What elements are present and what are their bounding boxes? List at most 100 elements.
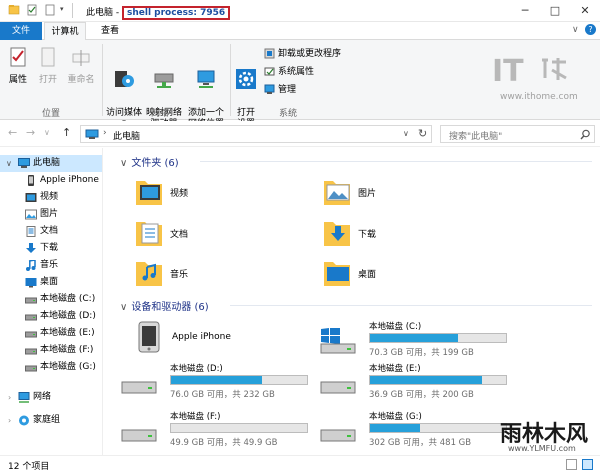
address-location[interactable]: 此电脑 <box>113 129 140 142</box>
drive-f[interactable]: 本地磁盘 (F:) 49.9 GB 可用，共 49.9 GB <box>120 410 310 450</box>
homegroup-icon <box>18 415 30 426</box>
tab-computer[interactable]: 计算机 <box>44 22 86 41</box>
expand-chevron-icon[interactable]: › <box>8 412 11 429</box>
devices-section-header[interactable]: ∨ 设备和驱动器 (6) <box>120 298 209 313</box>
folder-music[interactable]: 音乐 <box>134 256 314 290</box>
access-media-label: 访问媒体 <box>105 108 142 118</box>
back-button[interactable]: ← <box>8 126 17 139</box>
sidebar-item-desktop[interactable]: 桌面 <box>0 274 102 291</box>
rename-label: 重命名 <box>67 75 95 85</box>
folder-downloads[interactable]: 下载 <box>322 216 502 250</box>
sidebar-item-this-pc[interactable]: ∨ 此电脑 <box>0 155 102 172</box>
group-divider <box>102 44 103 116</box>
sidebar-item-pictures[interactable]: 图片 <box>0 206 102 223</box>
video-folder-icon <box>134 175 164 210</box>
section-divider <box>200 161 592 162</box>
sidebar-item-documents[interactable]: 文档 <box>0 223 102 240</box>
sidebar-item-label: 下载 <box>40 243 59 253</box>
sidebar-item-label: 此电脑 <box>33 158 61 168</box>
sidebar-item-homegroup[interactable]: › 家庭组 <box>0 412 102 429</box>
drive-usage-bar <box>369 333 507 343</box>
sidebar-item-iphone[interactable]: Apple iPhone <box>0 172 102 189</box>
folder-desktop[interactable]: 桌面 <box>322 256 502 290</box>
device-iphone[interactable]: Apple iPhone <box>134 320 324 360</box>
sidebar-item-drive-f[interactable]: 本地磁盘 (F:) <box>0 342 102 359</box>
media-icon <box>104 57 144 94</box>
ylmf-url: www.YLMFU.com <box>508 444 576 453</box>
folder-label: 文档 <box>170 230 189 240</box>
folder-pictures[interactable]: 图片 <box>322 175 502 209</box>
system-properties-button[interactable]: 系统属性 <box>264 66 314 78</box>
open-settings-button[interactable]: 打开 设置 <box>232 46 260 130</box>
folder-label: 图片 <box>358 189 377 199</box>
address-bar[interactable]: › 此电脑 ∨ ↻ <box>80 125 432 143</box>
quick-access-dropdown-icon[interactable]: ▾ <box>60 5 72 17</box>
sidebar-item-network[interactable]: › 网络 <box>0 389 102 406</box>
sidebar-item-downloads[interactable]: 下载 <box>0 240 102 257</box>
sidebar-item-drive-g[interactable]: 本地磁盘 (G:) <box>0 359 102 376</box>
up-button[interactable]: ↑ <box>62 126 71 139</box>
iphone-icon <box>25 175 37 186</box>
folder-documents[interactable]: 文档 <box>134 216 314 250</box>
drive-usage-bar <box>170 375 308 385</box>
properties-button[interactable]: 属性 <box>4 46 32 86</box>
refresh-icon[interactable]: ↻ <box>418 127 427 140</box>
expand-chevron-icon[interactable]: › <box>8 389 11 406</box>
drive-icon <box>120 370 158 401</box>
status-bar: 12 个项目 <box>0 455 600 473</box>
details-view-icon[interactable] <box>566 459 577 470</box>
recent-locations-button[interactable]: ∨ <box>44 128 50 137</box>
sidebar-item-drive-e[interactable]: 本地磁盘 (E:) <box>0 325 102 342</box>
quick-access-properties-icon[interactable] <box>26 4 38 16</box>
section-divider <box>230 305 592 306</box>
drive-c[interactable]: 本地磁盘 (C:) 70.3 GB 可用，共 199 GB <box>319 320 509 360</box>
music-folder-icon <box>134 256 164 291</box>
title-divider <box>72 3 73 18</box>
folder-videos[interactable]: 视频 <box>134 175 314 209</box>
drive-usage-bar <box>369 375 507 385</box>
minimize-button[interactable]: ─ <box>510 0 540 22</box>
add-network-location-button[interactable]: 添加一个 网络位置 <box>184 46 228 130</box>
close-button[interactable]: ✕ <box>570 0 600 22</box>
drive-d[interactable]: 本地磁盘 (D:) 76.0 GB 可用，共 232 GB <box>120 362 310 402</box>
open-icon <box>34 46 62 72</box>
sidebar-item-videos[interactable]: 视频 <box>0 189 102 206</box>
sidebar-item-drive-c[interactable]: 本地磁盘 (C:) <box>0 291 102 308</box>
sidebar-item-music[interactable]: 音乐 <box>0 257 102 274</box>
sidebar-item-drive-d[interactable]: 本地磁盘 (D:) <box>0 308 102 325</box>
collapse-chevron-icon: ∨ <box>120 302 128 313</box>
music-icon <box>25 259 37 271</box>
downloads-folder-icon <box>322 216 352 251</box>
documents-icon <box>25 226 37 237</box>
quick-access-new-folder-icon[interactable] <box>44 4 56 16</box>
ribbon-collapse-icon[interactable]: ∨ <box>572 25 579 35</box>
open-button[interactable]: 打开 <box>34 46 62 86</box>
folders-section-header[interactable]: ∨ 文件夹 (6) <box>120 154 179 169</box>
maximize-button[interactable]: □ <box>540 0 570 22</box>
address-dropdown-icon[interactable]: ∨ <box>403 129 409 138</box>
expand-chevron-icon[interactable]: ∨ <box>6 155 12 172</box>
ribbon-tabs: 文件 计算机 查看 ∨ ? <box>0 22 600 41</box>
help-icon[interactable]: ? <box>585 24 596 35</box>
drive-e[interactable]: 本地磁盘 (E:) 36.9 GB 可用，共 200 GB <box>319 362 509 402</box>
sidebar-item-label: 文档 <box>40 226 59 236</box>
tab-view[interactable]: 查看 <box>90 22 130 40</box>
tab-file[interactable]: 文件 <box>0 22 42 40</box>
computer-icon <box>85 129 99 143</box>
search-input[interactable]: 搜索"此电脑" <box>440 125 595 143</box>
sidebar-item-label: Apple iPhone <box>40 175 99 185</box>
forward-button[interactable]: → <box>26 126 35 139</box>
drive-usage-fill <box>370 334 459 342</box>
large-icons-view-icon[interactable] <box>582 459 593 470</box>
pictures-icon <box>25 209 37 220</box>
rename-button[interactable]: 重命名 <box>64 46 98 86</box>
uninstall-program-button[interactable]: 卸载或更改程序 <box>264 48 341 60</box>
folder-label: 音乐 <box>170 270 189 280</box>
windows-drive-icon <box>319 327 357 359</box>
drive-name: 本地磁盘 (D:) <box>170 364 223 374</box>
iphone-label: Apple iPhone <box>172 332 231 342</box>
manage-button[interactable]: 管理 <box>264 84 296 96</box>
drive-g[interactable]: 本地磁盘 (G:) 302 GB 可用，共 481 GB <box>319 410 509 450</box>
properties-label: 属性 <box>8 75 27 85</box>
sidebar-item-label: 本地磁盘 (C:) <box>40 294 96 304</box>
